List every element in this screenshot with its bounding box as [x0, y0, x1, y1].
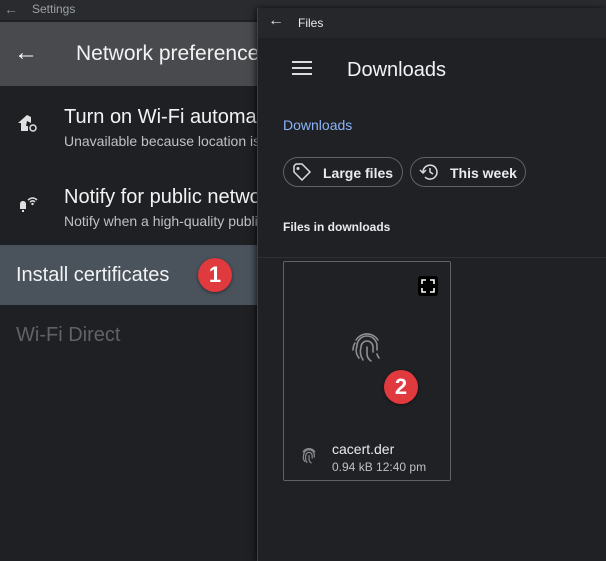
chip-this-week[interactable]: This week — [410, 157, 526, 187]
files-back-icon[interactable]: ← — [268, 12, 284, 30]
breadcrumb[interactable]: Downloads — [283, 117, 352, 133]
step-badge-2: 2 — [384, 370, 418, 404]
install-certificates-label: Install certificates — [16, 264, 170, 286]
expand-icon[interactable] — [418, 276, 438, 296]
step-badge-1: 1 — [198, 258, 232, 292]
hamburger-menu-icon[interactable] — [292, 61, 312, 79]
home-wifi-icon — [16, 112, 38, 139]
page-title: Network preferences — [76, 42, 270, 65]
file-time: 12:40 pm — [376, 460, 427, 474]
back-arrow-icon[interactable]: ← — [14, 38, 44, 68]
section-label: Files in downloads — [283, 220, 391, 234]
chip-large-files[interactable]: Large files — [283, 157, 403, 187]
files-window-title: Files — [298, 16, 324, 30]
file-size: 0.94 kB — [332, 460, 373, 474]
history-icon — [419, 163, 439, 184]
file-type-fingerprint-icon — [300, 445, 318, 470]
chip-large-files-label: Large files — [323, 165, 394, 181]
files-titlebar: ← Files — [258, 8, 606, 38]
titlebar-back-icon[interactable]: ← — [4, 0, 20, 18]
files-window: ← Files Downloads Downloads Large files … — [257, 8, 606, 561]
fingerprint-icon — [350, 328, 384, 369]
section-divider — [258, 257, 606, 258]
settings-window-title: Settings — [32, 2, 76, 16]
files-heading: Downloads — [347, 59, 446, 81]
tag-icon — [292, 163, 312, 184]
wifi-direct-item[interactable]: Wi-Fi Direct — [16, 324, 120, 347]
file-meta: 0.94 kB 12:40 pm — [332, 460, 426, 474]
notify-public-title: Notify for public networks — [64, 186, 288, 208]
file-card[interactable]: cacert.der 0.94 kB 12:40 pm — [283, 261, 451, 481]
wifi-notification-icon — [16, 194, 38, 221]
file-name: cacert.der — [332, 441, 395, 457]
chip-this-week-label: This week — [450, 165, 517, 181]
